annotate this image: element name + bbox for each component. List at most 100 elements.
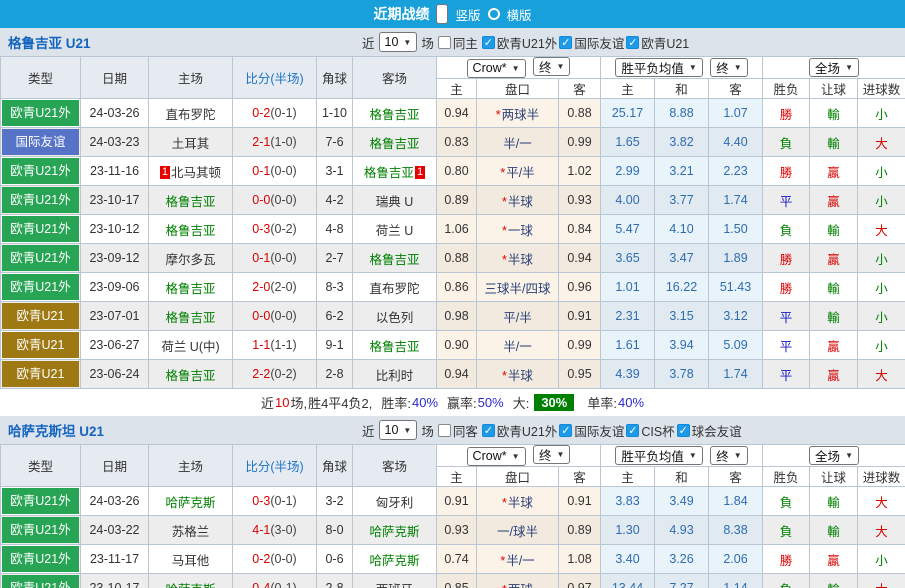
horizontal-layout-radio[interactable] [487,8,500,20]
odds-final-select[interactable]: 终 ▼ [533,445,571,465]
horizontal-layout-label[interactable]: 横版 [507,5,532,24]
match-type-cell: 国际友谊 [0,127,81,157]
score-cell: 0-0(0-0) [232,185,317,215]
match-count-select[interactable]: 10 ▼ [378,32,418,52]
same-venue-filter[interactable]: 同客 [437,421,478,440]
avg-odds-select[interactable]: 胜平负均值 ▼ [615,58,703,77]
league-filter[interactable]: ✓ 欧青U21 [626,33,689,52]
match-type-cell: 欧青U21 [0,301,81,331]
home-team-name: 荷兰 U(中) [161,339,220,354]
avg-home-odds: 3.65 [600,243,655,273]
col-avg-draw: 和 [654,466,709,487]
away-odds: 0.94 [558,243,601,273]
avg-home-odds: 1.01 [600,272,655,302]
match-type-cell: 欧青U21外 [0,156,81,186]
avg-away-odds: 2.06 [707,544,764,574]
result-wdl: 負 [762,486,811,516]
vertical-layout-radio[interactable] [436,4,449,24]
handicap-cell: *半球 [476,185,559,215]
bookmaker-select[interactable]: Crow* ▼ [466,446,526,466]
team-title: 格鲁吉亚 U21 [8,36,91,51]
record-text: 胜4平4负2, [308,396,373,411]
fulltime-score: 0-3 [252,222,271,236]
league-filter[interactable]: ✓ 欧青U21外 [481,33,557,52]
checkbox-icon[interactable]: ✓ [676,423,690,437]
result-goals: 小 [857,185,905,215]
match-count-select[interactable]: 10 ▼ [378,420,418,440]
avg-home-odds: 25.17 [600,98,655,128]
competition-badge: 欧青U21外 [2,100,79,126]
vertical-layout-label[interactable]: 竖版 [455,5,480,24]
period-select[interactable]: 全场 ▼ [809,446,859,465]
checkbox-icon[interactable]: ✓ [481,35,495,49]
match-type-cell: 欧青U21外 [0,544,81,574]
league-filter[interactable]: ✓ CIS杯 [626,421,675,440]
chevron-down-icon: ▼ [845,63,853,72]
corner-score: 8-0 [316,515,353,545]
away-team-cell: 哈萨克斯 [352,515,437,545]
checkbox-icon[interactable]: ✓ [559,35,573,49]
result-wdl: 勝 [762,98,811,128]
result-wdl: 平 [762,301,811,331]
away-team-cell: 格鲁吉亚 [352,98,437,128]
league-filter-label: 欧青U21外 [496,424,558,439]
avg-odds-select[interactable]: 胜平负均值 ▼ [615,446,703,465]
match-row: 欧青U21外 24-03-26 哈萨克斯 0-3(0-1) 3-2 匈牙利 0.… [0,486,905,516]
handicap-value: 两球半 [501,107,540,122]
checkbox-icon[interactable]: ✓ [626,35,640,49]
match-date: 23-10-17 [80,185,149,215]
checkbox-icon[interactable] [437,35,451,49]
result-goals: 大 [857,214,905,244]
score-cell: 2-1(1-0) [232,127,317,157]
col-date: 日期 [80,444,149,487]
fulltime-score: 0-2 [252,552,271,566]
home-team-name: 马耳他 [171,553,210,568]
handicap-cell: 三球半/四球 [476,272,559,302]
fulltime-score: 0-0 [252,193,271,207]
away-team-cell: 瑞典 U [352,185,437,215]
away-team-cell: 格鲁吉亚 [352,127,437,157]
fulltime-score: 0-1 [252,164,271,178]
away-team-name: 格鲁吉亚 [363,165,414,180]
corner-score: 3-1 [316,156,353,186]
checkbox-icon[interactable]: ✓ [559,423,573,437]
avg-final-select[interactable]: 终 ▼ [710,58,748,77]
away-odds: 0.89 [558,515,601,545]
checkbox-icon[interactable]: ✓ [481,423,495,437]
handicap-value: 平/半 [506,165,535,180]
league-filter-label: 国际友谊 [574,424,625,439]
red-card-badge: 1 [414,165,426,179]
result-wdl: 勝 [762,156,811,186]
checkbox-icon[interactable]: ✓ [626,423,640,437]
away-team-name: 比利时 [375,368,414,383]
chevron-down-icon: ▼ [511,451,520,461]
league-filter[interactable]: ✓ 欧青U21外 [481,421,558,440]
league-filter[interactable]: ✓ 国际友谊 [559,33,624,52]
match-date: 24-03-23 [80,127,149,157]
result-handicap: 輸 [809,301,859,331]
result-handicap: 輸 [809,214,859,244]
bookmaker-select[interactable]: Crow* ▼ [466,58,526,78]
checkbox-icon[interactable] [437,423,451,437]
same-venue-filter[interactable]: 同主 [437,33,478,52]
match-row: 欧青U21外 23-10-17 格鲁吉亚 0-0(0-0) 4-2 瑞典 U 0… [0,185,905,215]
near-label: 近 [362,36,375,51]
result-handicap: 贏 [809,156,859,186]
handicap-win-rate: 50% [477,395,504,410]
away-team-cell: 西班牙 [352,573,437,588]
avg-final-select[interactable]: 终 ▼ [710,446,748,465]
league-filter[interactable]: ✓ 球会友谊 [676,421,742,440]
halftime-score: (0-2) [270,222,297,236]
match-row: 欧青U21外 23-11-16 1 北马其顿 0-1(0-0) 3-1 格鲁吉亚 1… [0,156,905,186]
away-team-cell: 匈牙利 [352,486,437,516]
period-select[interactable]: 全场 ▼ [809,58,859,77]
result-wdl: 勝 [762,272,811,302]
handicap-value: 半/一 [506,553,535,568]
match-type-cell: 欧青U21外 [0,515,81,545]
home-odds: 0.93 [436,515,477,545]
odds-final-select[interactable]: 终 ▼ [533,57,571,77]
league-filter[interactable]: ✓ 国际友谊 [559,421,624,440]
col-type: 类型 [0,444,81,487]
competition-badge: 欧青U21外 [2,158,79,184]
halftime-score: (0-0) [270,552,297,566]
